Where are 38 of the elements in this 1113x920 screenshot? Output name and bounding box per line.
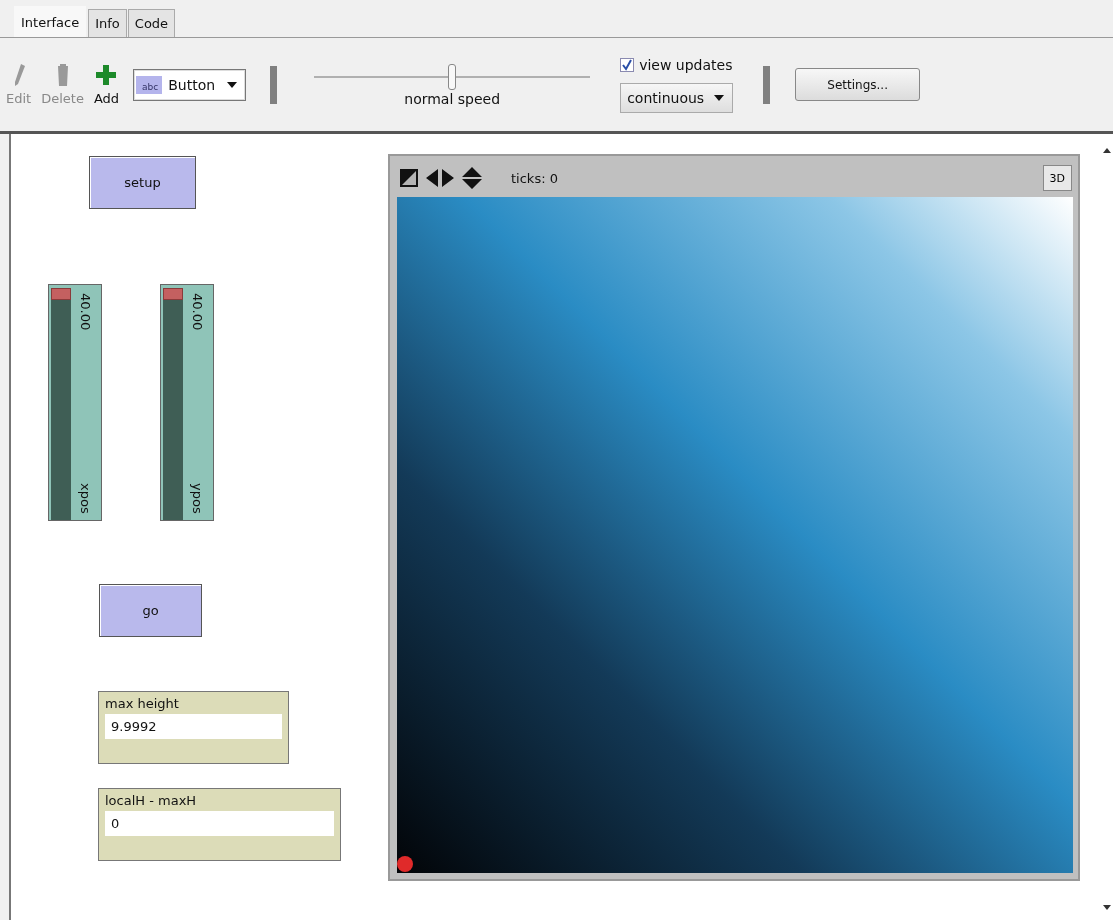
slider-label: ypos (190, 483, 205, 514)
speed-label: normal speed (404, 90, 501, 107)
update-mode-dropdown[interactable]: continuous (620, 82, 734, 113)
caret-icon (227, 81, 238, 88)
slider-label: xpos (78, 483, 93, 514)
tab[interactable]: Interface (14, 6, 87, 37)
model-button[interactable]: setup (89, 156, 196, 209)
button-widget-icon: abc (136, 75, 163, 94)
settings-button[interactable]: Settings... (795, 68, 921, 101)
plus-icon (95, 63, 118, 87)
vertical-slider[interactable]: 40.00 xpos (48, 284, 102, 521)
widget-type-dropdown[interactable]: abc Button (133, 68, 247, 101)
edge-wrap-icon[interactable] (399, 168, 419, 188)
slider-thumb[interactable] (163, 288, 183, 300)
slider-thumb[interactable] (51, 288, 71, 300)
slider-value: 40.00 (190, 293, 205, 331)
scroll-up-icon[interactable] (1103, 148, 1111, 153)
slider-value: 40.00 (78, 293, 93, 331)
slider-thumb[interactable] (448, 63, 457, 90)
toolbar-separator (270, 65, 278, 104)
model-button[interactable]: go (99, 584, 202, 637)
tab[interactable]: Info (88, 9, 127, 37)
ticks-counter: ticks: 0 (511, 170, 558, 186)
tab[interactable]: Code (127, 9, 176, 37)
toolbar-separator (763, 65, 771, 104)
checkbox[interactable] (620, 57, 635, 72)
monitor-label: max height (105, 696, 180, 711)
monitor-label: localH - maxH (105, 793, 198, 808)
monitor-value: 9.9992 (105, 714, 282, 739)
caret-icon (714, 94, 725, 101)
left-right-arrows-icon[interactable] (425, 168, 455, 188)
scroll-down-icon[interactable] (1103, 905, 1111, 910)
monitor-value: 0 (105, 811, 334, 836)
3d-view-button[interactable]: 3D (1042, 165, 1072, 191)
toolbar-button[interactable]: Add (93, 63, 120, 106)
up-down-arrows-icon[interactable] (461, 167, 483, 189)
vertical-slider[interactable]: 40.00 ypos (160, 284, 214, 521)
checkbox-label: view updates (639, 56, 733, 73)
